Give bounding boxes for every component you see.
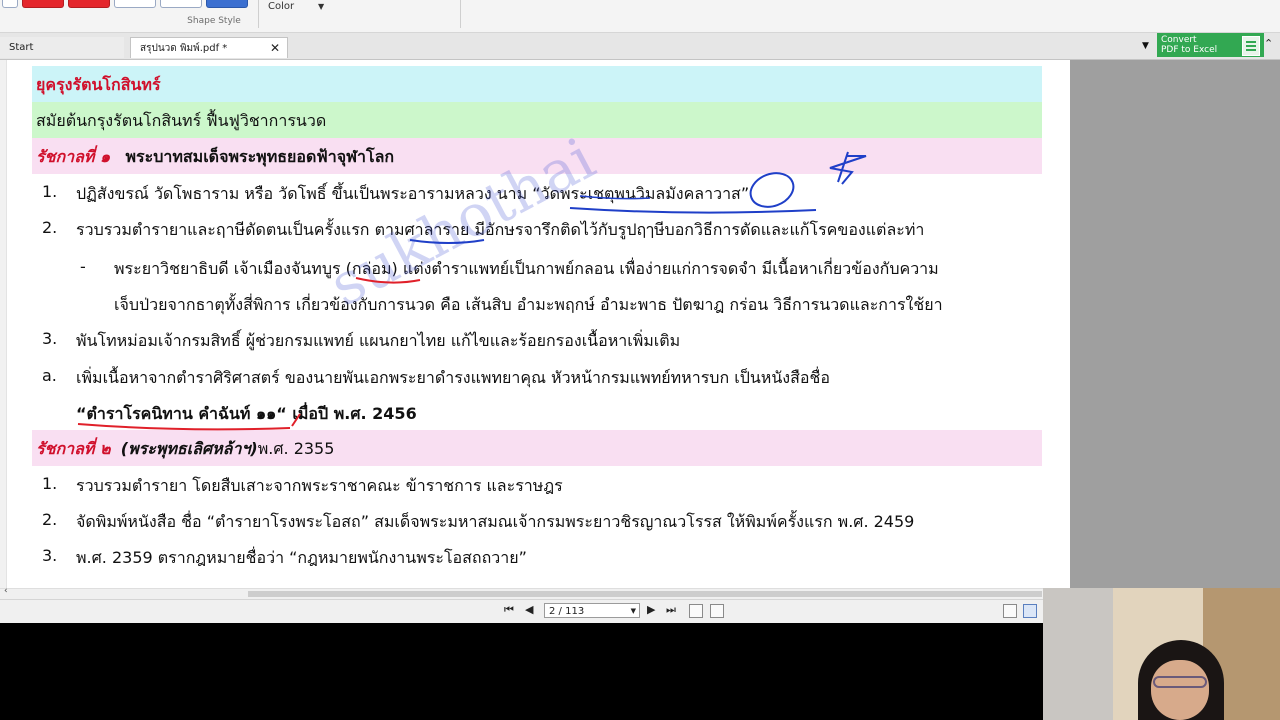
first-page-icon[interactable]: ⏮ (504, 603, 514, 617)
shape-style-outline-button[interactable] (114, 0, 156, 8)
ribbon-separator (460, 0, 461, 28)
presenter-glasses (1153, 676, 1207, 688)
list-item: 2. รวบรวมตำรายาและฤาษีดัดตนเป็นครั้งแรก … (42, 218, 924, 243)
chevron-down-icon[interactable]: ▼ (318, 2, 324, 11)
viewer-gutter (1070, 60, 1280, 588)
tab-start[interactable]: Start (0, 37, 124, 58)
list-text: ปฏิสังขรณ์ วัดโพธาราม หรือ วัดโพธิ์ ขึ้น… (76, 184, 750, 203)
list-text: พันโทหม่อมเจ้ากรมสิทธิ์ ผู้ช่วยกรมแพทย์ … (76, 331, 681, 350)
reign1-heading: รัชกาลที่ ๑ พระบาทสมเด็จพระพุทธยอดฟ้าจุฬ… (36, 145, 394, 170)
list-text: จัดพิมพ์หนังสือ ชื่อ “ตำรายาโรงพระโอสถ” … (76, 512, 915, 531)
horizontal-scrollbar[interactable]: ‹ (0, 586, 1043, 599)
reign1-title: พระบาทสมเด็จพระพุทธยอดฟ้าจุฬาโลก (125, 147, 395, 166)
reign2-title: (พระพุทธเลิศหล้าฯ) (120, 439, 258, 458)
status-bar: ⏮ ◀ 2 / 113 ▼ ▶ ⏭ (0, 599, 1043, 623)
tab-document[interactable]: สรุปนวด พิมพ์.pdf * ✕ (130, 37, 288, 58)
list-item: a. เพิ่มเนื้อหาจากตำราศิริศาสตร์ ของนายพ… (42, 366, 830, 391)
next-page-icon[interactable]: ▶ (647, 603, 655, 616)
list-text: เจ็บป่วยจากธาตุทั้งสี่พิการ เกี่ยวข้องกั… (114, 295, 943, 314)
tab-list-chevron-icon[interactable]: ▼ (1142, 41, 1149, 51)
close-icon[interactable]: ✕ (270, 38, 280, 59)
list-number: 3. (42, 329, 58, 348)
webcam-overlay (1043, 588, 1280, 720)
chevron-up-icon[interactable]: ⌃ (1264, 37, 1273, 50)
single-page-view-icon[interactable] (1003, 604, 1017, 618)
list-item: 3. พ.ศ. 2359 ตรากฎหมายชื่อว่า “กฎหมายพนั… (42, 546, 527, 571)
shape-style-red2-button[interactable] (68, 0, 110, 8)
era-heading: ยุครุงรัตนโกสินทร์ (36, 75, 161, 94)
tab-label: Start (9, 42, 34, 53)
list-item: 1. รวบรวมตำรายา โดยสืบเสาะจากพระราชาคณะ … (42, 474, 563, 499)
list-item: 3. พันโทหม่อมเจ้ากรมสิทธิ์ ผู้ช่วยกรมแพท… (42, 329, 680, 354)
list-number: - (80, 257, 86, 276)
list-text: พระยาวิชยาธิบดี เจ้าเมืองจันทบูร (กล่อม)… (114, 259, 939, 278)
list-number: 3. (42, 546, 58, 565)
ribbon-separator (258, 0, 259, 28)
list-item: 2. จัดพิมพ์หนังสือ ชื่อ “ตำรายาโรงพระโอส… (42, 510, 914, 535)
list-item: - พระยาวิชยาธิบดี เจ้าเมืองจันทบูร (กล่อ… (80, 257, 939, 282)
continuous-view-icon[interactable] (1023, 604, 1037, 618)
list-number: 1. (42, 474, 58, 493)
shape-style-red-button[interactable] (22, 0, 64, 8)
list-number: 2. (42, 218, 58, 237)
shape-style-outline2-button[interactable] (160, 0, 202, 8)
list-text: พ.ศ. 2359 ตรากฎหมายชื่อว่า “กฎหมายพนักงา… (76, 548, 527, 567)
era-subheading: สมัยต้นกรุงรัตนโกสินทร์ ฟื้นฟูวิชาการนวด (36, 111, 327, 130)
presenter-face (1151, 660, 1209, 720)
book-title-line: “ตำราโรคนิทาน คำฉันท์ ๑๑“ เมื่อปี พ.ศ. 2… (76, 402, 417, 427)
list-number: 2. (42, 510, 58, 529)
chevron-down-icon[interactable]: ▼ (631, 604, 636, 619)
scrollbar-thumb[interactable] (248, 591, 1042, 597)
heading-band (32, 66, 1042, 102)
document-tab-bar: Start สรุปนวด พิมพ์.pdf * ✕ ▼ (0, 33, 1280, 60)
list-number: 1. (42, 182, 58, 201)
shape-style-blue-button[interactable] (206, 0, 248, 8)
reign2-heading: รัชกาลที่ ๒ (พระพุทธเลิศหล้าฯ)พ.ศ. 2355 (36, 437, 334, 462)
background-wall (1043, 588, 1113, 720)
previous-view-icon[interactable] (689, 604, 703, 618)
reign2-year: พ.ศ. 2355 (257, 439, 335, 458)
page-number-field[interactable]: 2 / 113 ▼ (544, 603, 640, 618)
color-dropdown[interactable]: Color (268, 1, 294, 12)
list-text: รวบรวมตำรายาและฤาษีดัดตนเป็นครั้งแรก ตาม… (76, 220, 925, 239)
previous-page-icon[interactable]: ◀ (525, 603, 533, 616)
viewer-left-edge (0, 60, 7, 588)
page-indicator: 2 / 113 (549, 606, 585, 617)
list-item: 1. ปฏิสังขรณ์ วัดโพธาราม หรือ วัดโพธิ์ ข… (42, 182, 749, 207)
book-title: “ตำราโรคนิทาน คำฉันท์ ๑๑“ (76, 404, 287, 423)
next-view-icon[interactable] (710, 604, 724, 618)
list-number: a. (42, 366, 57, 385)
last-page-icon[interactable]: ⏭ (666, 603, 676, 617)
scroll-left-icon[interactable]: ‹ (4, 586, 8, 596)
list-item-continued: เจ็บป่วยจากธาตุทั้งสี่พิการ เกี่ยวข้องกั… (114, 293, 943, 318)
convert-pdf-to-excel-button[interactable]: Convert PDF to Excel (1157, 33, 1264, 57)
reign2-label: รัชกาลที่ ๒ (36, 439, 111, 458)
ribbon-group-label: Shape Style (187, 16, 241, 26)
tab-label: สรุปนวด พิมพ์.pdf * (140, 43, 228, 54)
list-text: เพิ่มเนื้อหาจากตำราศิริศาสตร์ ของนายพันเ… (76, 368, 830, 387)
shape-fill-button[interactable] (2, 0, 18, 8)
excel-icon (1242, 36, 1260, 56)
ribbon-toolbar: Shape Style Color ▼ (0, 0, 1280, 33)
list-text: รวบรวมตำรายา โดยสืบเสาะจากพระราชาคณะ ข้า… (76, 476, 563, 495)
book-year: เมื่อปี พ.ศ. 2456 (286, 404, 417, 423)
reign1-label: รัชกาลที่ ๑ (36, 147, 111, 166)
